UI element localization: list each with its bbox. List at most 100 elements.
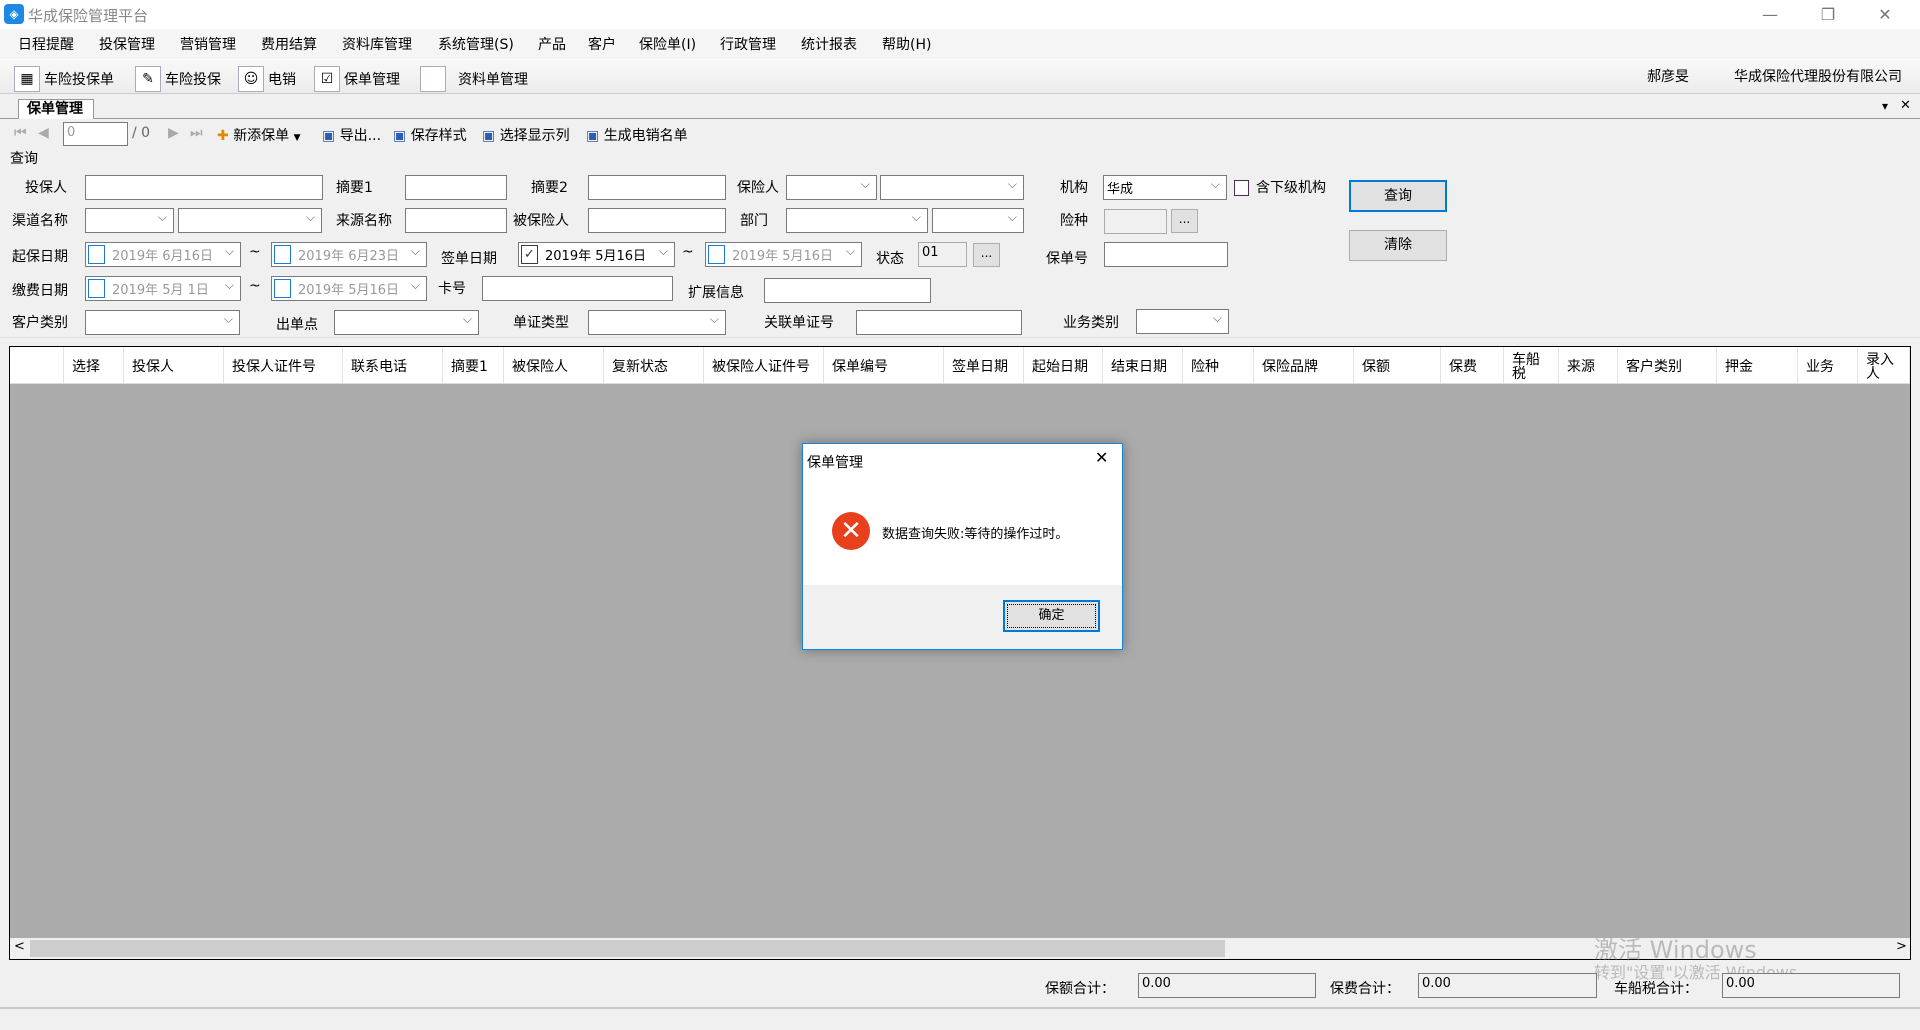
column-header[interactable] [10, 347, 64, 383]
pay-date-to-picker[interactable]: 2019年 5月16日 [271, 276, 427, 301]
page-input[interactable]: 0 [63, 122, 128, 146]
cust-type-select[interactable] [85, 310, 240, 335]
summary1-input[interactable] [405, 175, 507, 200]
start-date-to-picker[interactable]: 2019年 6月23日 [271, 242, 427, 267]
menu-fees[interactable]: 费用结算 [261, 34, 317, 54]
prev-page-icon[interactable]: ◀ [38, 125, 49, 141]
sign-date-from-checkbox[interactable]: ✓ [521, 245, 538, 264]
related-doc-input[interactable] [856, 310, 1022, 335]
next-page-icon[interactable]: ▶ [168, 125, 179, 141]
menu-marketing[interactable]: 营销管理 [180, 34, 236, 54]
column-header[interactable]: 起始日期 [1024, 347, 1103, 383]
toolbar-car-policy[interactable]: ✎ 车险投保 [135, 66, 221, 92]
choose-columns-button[interactable]: ▣ 选择显示列 [482, 125, 570, 145]
pay-date-to-checkbox[interactable] [274, 279, 291, 298]
start-date-to-checkbox[interactable] [274, 245, 291, 264]
tab-policy-management[interactable]: 保单管理 [18, 99, 94, 119]
menu-customers[interactable]: 客户 [588, 34, 616, 54]
menu-underwriting[interactable]: 投保管理 [99, 34, 155, 54]
status-input[interactable]: 01 [918, 242, 967, 267]
add-policy-button[interactable]: ✚ 新添保单 ▼ [217, 125, 301, 145]
tab-menu-icon[interactable]: ▾ [1882, 99, 1888, 113]
save-style-button[interactable]: ▣ 保存样式 [393, 125, 467, 145]
menu-schedule[interactable]: 日程提醒 [18, 34, 74, 54]
sign-date-from-picker[interactable]: ✓ 2019年 5月16日 [518, 242, 675, 267]
column-header[interactable]: 险种 [1183, 347, 1254, 383]
column-header[interactable]: 复新状态 [604, 347, 704, 383]
dept-select[interactable] [786, 208, 928, 233]
export-button[interactable]: ▣ 导出... [322, 125, 381, 145]
sign-date-to-checkbox[interactable] [708, 245, 725, 264]
pay-date-from-picker[interactable]: 2019年 5月 1日 [85, 276, 241, 301]
column-header[interactable]: 保险品牌 [1254, 347, 1354, 383]
ok-button[interactable]: 确定 [1003, 600, 1100, 632]
first-page-icon[interactable]: ⏮ [14, 125, 27, 141]
card-no-input[interactable] [482, 276, 673, 301]
pay-date-from-checkbox[interactable] [88, 279, 105, 298]
column-header[interactable]: 客户类别 [1618, 347, 1717, 383]
column-header[interactable]: 投保人 [124, 347, 224, 383]
column-header[interactable]: 来源 [1559, 347, 1618, 383]
menu-reports[interactable]: 统计报表 [801, 34, 857, 54]
generate-list-button[interactable]: ▣ 生成电销名单 [586, 125, 688, 145]
query-button[interactable]: 查询 [1349, 180, 1447, 212]
column-header[interactable]: 保单编号 [824, 347, 944, 383]
last-page-icon[interactable]: ⏭ [190, 125, 203, 141]
start-date-from-checkbox[interactable] [88, 245, 105, 264]
scroll-right-icon[interactable]: > [1896, 939, 1907, 954]
ins-type-picker-button[interactable]: ... [1171, 209, 1198, 233]
column-header[interactable]: 投保人证件号 [224, 347, 343, 383]
doc-type-select[interactable] [588, 310, 726, 335]
biz-type-select[interactable] [1136, 309, 1229, 334]
tab-close-icon[interactable]: ✕ [1900, 98, 1911, 113]
status-picker-button[interactable]: ... [973, 243, 1000, 267]
column-header[interactable]: 选择 [64, 347, 124, 383]
issue-point-select[interactable] [334, 310, 479, 335]
source-input[interactable] [405, 208, 507, 233]
column-header[interactable]: 摘要1 [443, 347, 504, 383]
column-header[interactable]: 保费 [1441, 347, 1504, 383]
clear-button[interactable]: 清除 [1349, 230, 1447, 261]
dialog-close-button[interactable]: ✕ [1095, 448, 1108, 467]
column-header[interactable]: 业务 [1798, 347, 1858, 383]
menu-policies[interactable]: 保险单(I) [639, 34, 696, 54]
column-header[interactable]: 被保险人 [504, 347, 604, 383]
ins-type-input[interactable] [1104, 209, 1167, 234]
close-window-button[interactable]: ✕ [1862, 2, 1908, 28]
summary2-input[interactable] [588, 175, 726, 200]
insured-input[interactable] [588, 208, 726, 233]
scrollbar-thumb[interactable] [30, 940, 1225, 957]
menu-system[interactable]: 系统管理(S) [438, 34, 514, 54]
column-header[interactable]: 保额 [1354, 347, 1441, 383]
column-header[interactable]: 被保险人证件号 [704, 347, 824, 383]
policy-no-input[interactable] [1104, 242, 1228, 267]
column-header[interactable]: 结束日期 [1103, 347, 1183, 383]
menu-products[interactable]: 产品 [538, 34, 566, 54]
org-select[interactable]: 华成 [1103, 175, 1227, 200]
column-header[interactable]: 签单日期 [944, 347, 1024, 383]
menu-library[interactable]: 资料库管理 [342, 34, 412, 54]
scroll-left-icon[interactable]: < [14, 939, 25, 954]
toolbar-policy-management[interactable]: ☑ 保单管理 [314, 66, 400, 92]
sign-date-to-picker[interactable]: 2019年 5月16日 [705, 242, 862, 267]
ext-info-input[interactable] [764, 278, 931, 303]
insurer-sub-select[interactable] [880, 175, 1024, 200]
toolbar-document-management[interactable]: 资料单管理 [420, 66, 528, 92]
channel-select[interactable] [85, 208, 174, 233]
menu-admin[interactable]: 行政管理 [720, 34, 776, 54]
dept-sub-select[interactable] [932, 208, 1024, 233]
include-sub-checkbox[interactable] [1234, 180, 1249, 196]
toolbar-car-policy-form[interactable]: ▦ 车险投保单 [14, 66, 114, 92]
column-header[interactable]: 联系电话 [343, 347, 443, 383]
insurer-select[interactable] [786, 175, 877, 200]
toolbar-telesales[interactable]: ☺ 电销 [238, 66, 296, 92]
start-date-from-picker[interactable]: 2019年 6月16日 [85, 242, 241, 267]
minimize-button[interactable]: — [1747, 2, 1793, 28]
column-header[interactable]: 车船税 [1504, 347, 1559, 383]
column-header[interactable]: 录入人 [1858, 347, 1910, 383]
restore-button[interactable]: ❐ [1805, 2, 1851, 28]
channel-sub-select[interactable] [178, 208, 322, 233]
menu-help[interactable]: 帮助(H) [882, 34, 931, 54]
policyholder-input[interactable] [85, 175, 323, 200]
column-header[interactable]: 押金 [1717, 347, 1798, 383]
